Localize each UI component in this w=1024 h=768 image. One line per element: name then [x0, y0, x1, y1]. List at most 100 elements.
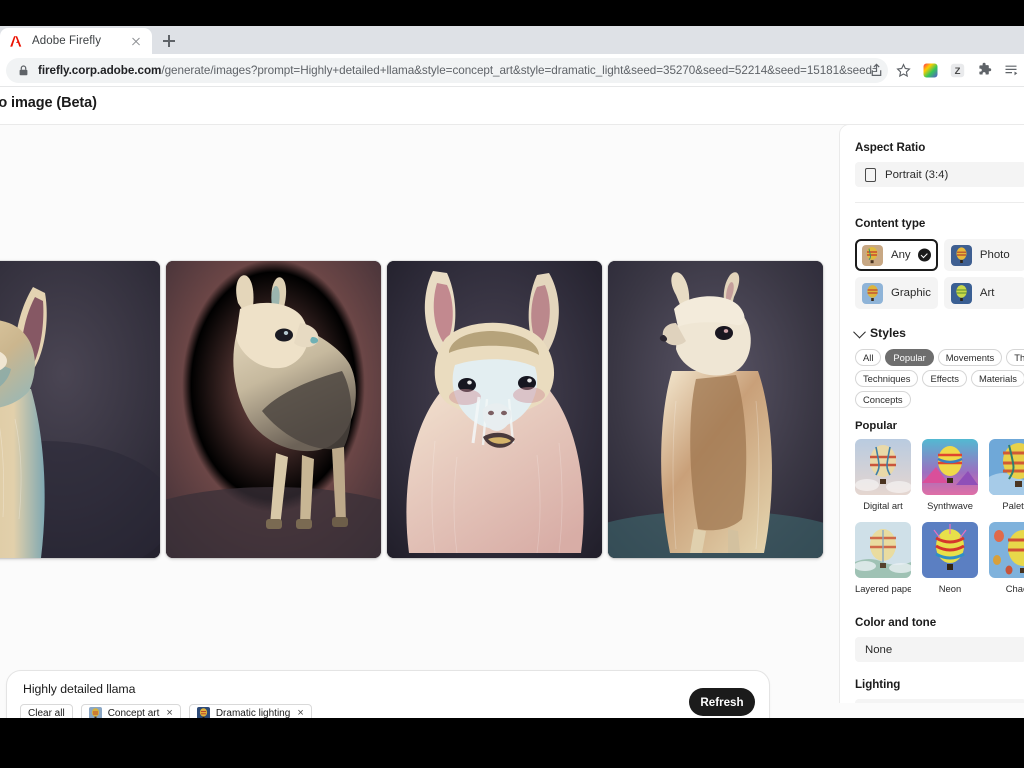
balloon-thumbnail-icon: [862, 283, 883, 304]
lighting-label: Lighting: [855, 678, 1024, 691]
content-type-label-photo: Photo: [980, 249, 1010, 261]
llama-image-2: [166, 261, 381, 558]
content-type-any[interactable]: Any: [855, 239, 938, 271]
share-icon[interactable]: [868, 62, 885, 79]
results-grid: [0, 125, 844, 670]
style-filter-materials[interactable]: Materials: [971, 370, 1024, 387]
extensions-puzzle-icon[interactable]: [976, 62, 993, 79]
content-type-graphic[interactable]: Graphic: [855, 277, 938, 309]
color-and-tone-value: None: [865, 644, 892, 656]
address-path: /generate/images?prompt=Highly+detailed+…: [161, 64, 876, 77]
llama-image-1: [0, 261, 160, 558]
browser-tab-adobe-firefly[interactable]: Adobe Firefly: [0, 28, 152, 54]
styles-label: Styles: [870, 326, 906, 340]
remove-chip-icon[interactable]: ×: [166, 708, 172, 718]
refresh-button[interactable]: Refresh: [689, 688, 755, 716]
style-filter-effects[interactable]: Effects: [922, 370, 967, 387]
content-type-label: Content type: [855, 217, 1024, 230]
browser-window: Adobe Firefly firefly.corp.adobe.com/gen…: [0, 0, 1024, 768]
style-card-digital-art[interactable]: Digital art: [855, 439, 911, 511]
clear-all-button[interactable]: Clear all: [20, 704, 73, 718]
color-and-tone-select[interactable]: None: [855, 637, 1024, 662]
remove-chip-icon[interactable]: ×: [297, 708, 303, 718]
style-label: Neon: [922, 583, 978, 594]
clear-all-label: Clear all: [28, 708, 65, 718]
style-thumbnail-icon: [89, 707, 102, 718]
tab-title: Adobe Firefly: [32, 35, 120, 47]
style-thumbnail: [922, 522, 978, 578]
bookmark-star-icon[interactable]: [895, 62, 912, 79]
balloon-thumbnail-icon: [951, 245, 972, 266]
popular-styles-grid: Digital art Synthwave Pale: [855, 439, 1024, 594]
style-label: Palette: [989, 500, 1024, 511]
style-thumbnail: [989, 439, 1024, 495]
style-thumbnail: [989, 522, 1024, 578]
style-filter-all[interactable]: All: [855, 349, 881, 366]
style-card-layered-paper[interactable]: Layered paper: [855, 522, 911, 594]
color-extension-icon[interactable]: [922, 62, 939, 79]
style-filter-movements[interactable]: Movements: [938, 349, 1002, 366]
styles-section-toggle[interactable]: Styles: [855, 326, 1024, 340]
style-thumbnail: [922, 439, 978, 495]
style-thumbnail-icon: [197, 707, 210, 718]
style-thumbnail: [855, 439, 911, 495]
style-label: Layered paper: [855, 583, 911, 594]
page-header: xt to image (Beta): [0, 87, 1024, 125]
os-top-bar: [0, 0, 1024, 26]
content-type-label-art: Art: [980, 287, 995, 299]
prompt-chip-label: Dramatic lighting: [216, 708, 290, 718]
prompt-bar[interactable]: Highly detailed llama Clear all: [6, 670, 770, 718]
prompt-chip-group: Clear all Concept art ×: [20, 704, 312, 718]
style-card-chaotic[interactable]: Chao: [989, 522, 1024, 594]
content-type-label-any: Any: [891, 249, 911, 261]
llama-image-4: [608, 261, 823, 558]
zotero-extension-icon[interactable]: Z: [949, 62, 966, 79]
prompt-chip-concept-art[interactable]: Concept art ×: [81, 704, 181, 718]
style-filter-concepts[interactable]: Concepts: [855, 391, 911, 408]
content-type-label-graphic: Graphic: [891, 287, 931, 299]
style-label: Chao: [989, 583, 1024, 594]
content-type-art[interactable]: Art: [944, 277, 1024, 309]
llama-result-card-2[interactable]: [166, 261, 381, 558]
prompt-chip-label: Concept art: [108, 708, 160, 718]
prompt-chip-dramatic-lighting[interactable]: Dramatic lighting ×: [189, 704, 312, 718]
page-title: xt to image (Beta): [0, 95, 97, 111]
style-card-palette[interactable]: Palette: [989, 439, 1024, 511]
style-filter-group: All Popular Movements Themes Techniques …: [855, 349, 1024, 408]
content-type-group: Any Photo G: [855, 239, 1024, 309]
llama-result-card-1[interactable]: [0, 261, 160, 558]
llama-result-card-3[interactable]: [387, 261, 602, 558]
color-and-tone-label: Color and tone: [855, 616, 1024, 629]
browser-toolbar: firefly.corp.adobe.com/generate/images?p…: [0, 54, 1024, 87]
style-card-neon[interactable]: Neon: [922, 522, 978, 594]
aspect-ratio-select[interactable]: Portrait (3:4): [855, 162, 1024, 187]
new-tab-button[interactable]: [158, 30, 180, 52]
reading-list-icon[interactable]: [1003, 62, 1020, 79]
results-canvas: Highly detailed llama Clear all: [0, 125, 1024, 718]
lighting-select[interactable]: Dramatic lighting: [855, 699, 1024, 703]
toolbar-icon-group: Z: [868, 59, 1020, 82]
balloon-thumbnail-icon: [862, 245, 883, 266]
chevron-down-icon: [853, 325, 866, 338]
aspect-ratio-label: Aspect Ratio: [855, 141, 1024, 154]
style-filter-themes[interactable]: Themes: [1006, 349, 1024, 366]
llama-result-card-4[interactable]: [608, 261, 823, 558]
content-type-photo[interactable]: Photo: [944, 239, 1024, 271]
portrait-rect-icon: [865, 168, 876, 182]
style-filter-techniques[interactable]: Techniques: [855, 370, 918, 387]
style-filter-popular[interactable]: Popular: [885, 349, 933, 366]
close-icon[interactable]: [128, 33, 144, 49]
address-bar[interactable]: firefly.corp.adobe.com/generate/images?p…: [6, 58, 888, 83]
address-domain: firefly.corp.adobe.com: [38, 64, 161, 77]
style-thumbnail: [855, 522, 911, 578]
address-bar-url: firefly.corp.adobe.com/generate/images?p…: [38, 64, 876, 77]
aspect-ratio-value: Portrait (3:4): [885, 169, 948, 181]
popular-styles-title: Popular: [855, 420, 1024, 432]
balloon-thumbnail-icon: [951, 283, 972, 304]
svg-text:Z: Z: [955, 66, 961, 77]
style-card-synthwave[interactable]: Synthwave: [922, 439, 978, 511]
prompt-text[interactable]: Highly detailed llama: [23, 682, 135, 696]
llama-image-3: [387, 261, 602, 558]
settings-sidebar: Aspect Ratio Portrait (3:4) Content type…: [840, 125, 1024, 703]
browser-tabstrip: Adobe Firefly: [0, 26, 1024, 54]
